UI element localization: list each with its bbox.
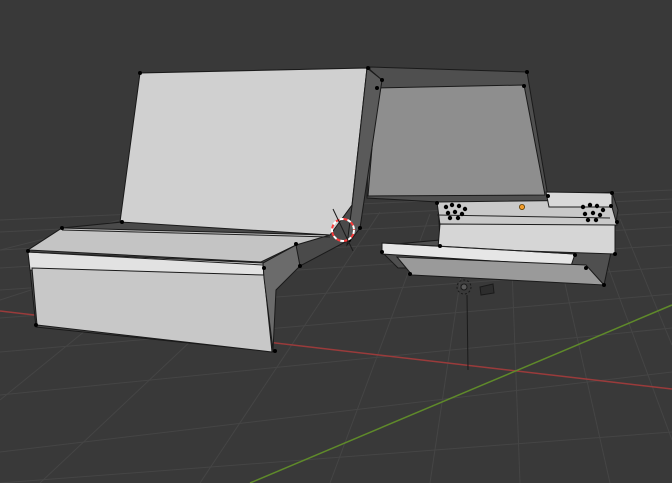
- light-object-icon[interactable]: [456, 279, 472, 371]
- object-origin-icon[interactable]: [519, 203, 526, 210]
- y-axis-line: [249, 304, 672, 483]
- 3d-viewport[interactable]: [0, 0, 672, 483]
- mesh-object-left[interactable]: [26, 67, 383, 353]
- camera-object-icon[interactable]: [479, 283, 495, 296]
- mesh-object-right[interactable]: [366, 66, 619, 286]
- viewport-canvas[interactable]: [0, 0, 672, 483]
